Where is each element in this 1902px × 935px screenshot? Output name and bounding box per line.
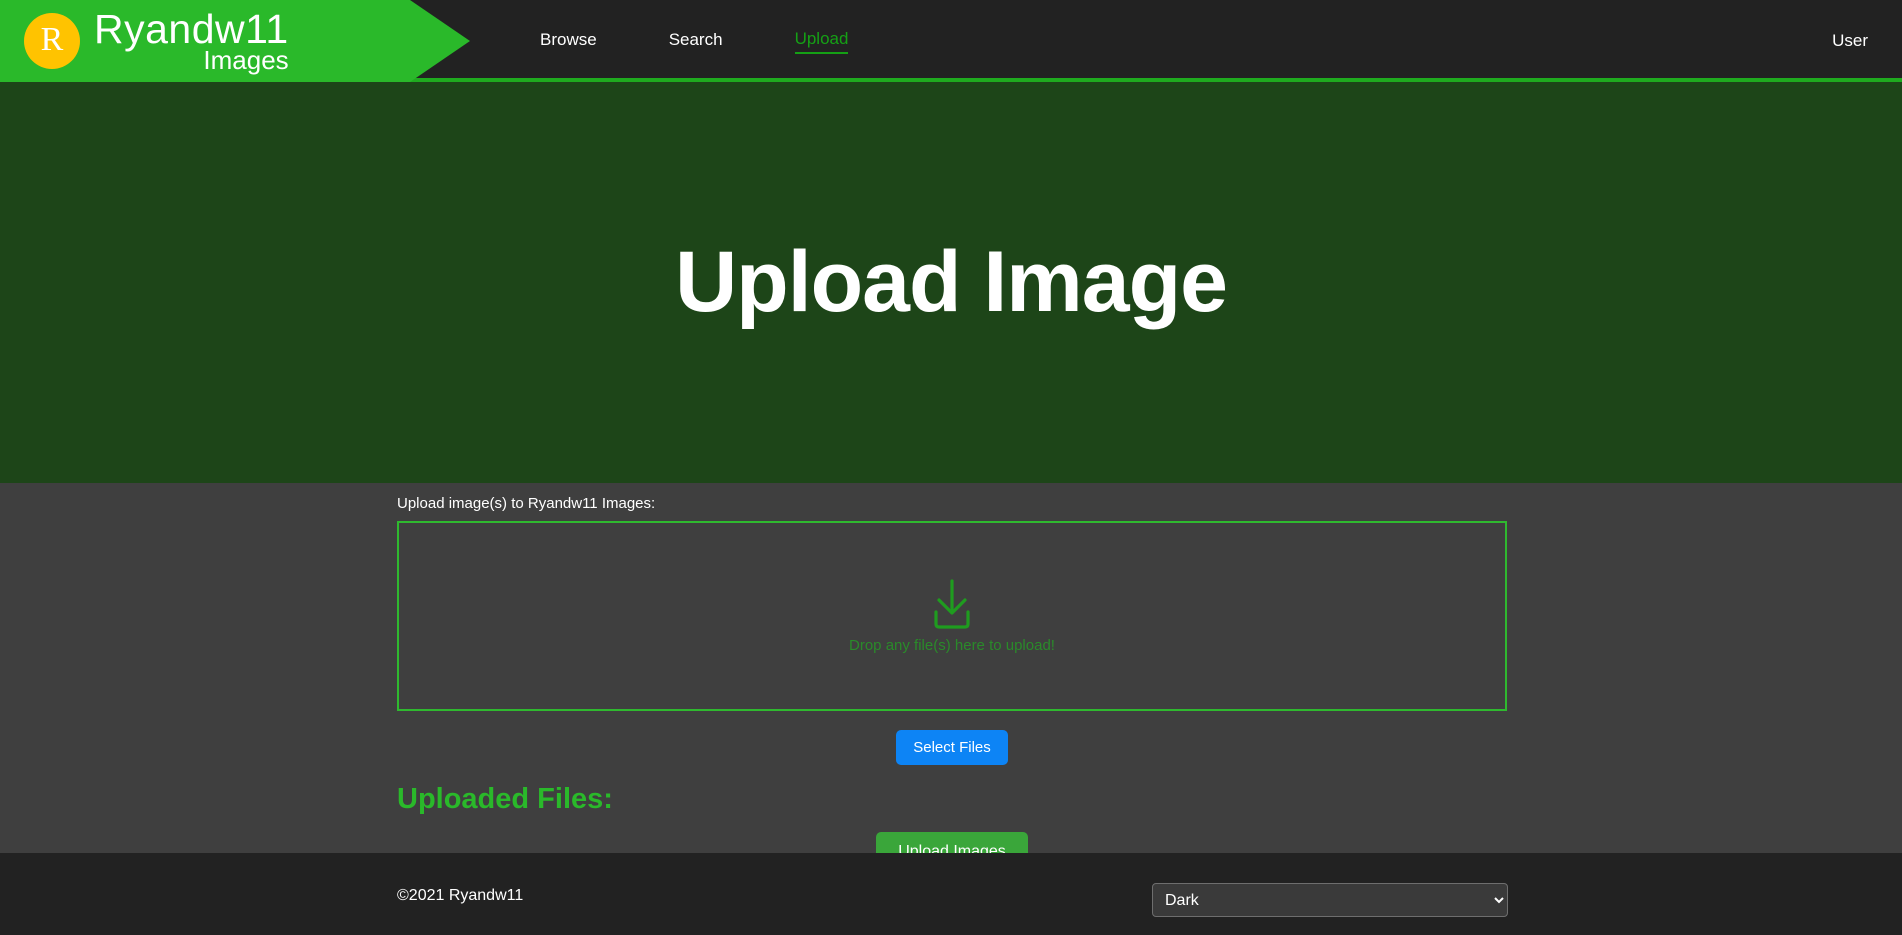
brand-logo-circle-icon: R xyxy=(24,13,80,69)
brand-logo-letter: R xyxy=(40,20,64,58)
upload-form: Upload image(s) to Ryandw11 Images: Drop… xyxy=(397,495,1507,872)
brand-logo-banner[interactable]: R Ryandw11 Images xyxy=(0,0,470,82)
file-dropzone[interactable]: Drop any file(s) here to upload! xyxy=(397,521,1507,711)
brand-name: Ryandw11 xyxy=(94,6,289,52)
uploaded-files-heading: Uploaded Files: xyxy=(397,783,613,815)
nav-link-browse[interactable]: Browse xyxy=(540,30,597,53)
upload-form-label: Upload image(s) to Ryandw11 Images: xyxy=(397,495,656,512)
footer-copyright: ©2021 Ryandw11 xyxy=(397,887,524,904)
main-content: Upload image(s) to Ryandw11 Images: Drop… xyxy=(0,483,1902,872)
download-arrow-icon xyxy=(934,578,970,629)
brand-text: Ryandw11 Images xyxy=(94,6,289,75)
page-title: Upload Image xyxy=(675,234,1228,330)
nav-user-menu[interactable]: User xyxy=(1832,0,1868,82)
brand-subtitle: Images xyxy=(203,45,289,75)
hero-section: Upload Image xyxy=(0,82,1902,483)
nav-link-upload[interactable]: Upload xyxy=(794,29,849,54)
top-navigation-bar: R Ryandw11 Images Browse Search Upload U… xyxy=(0,0,1902,82)
nav-links: Browse Search Upload xyxy=(540,0,849,82)
dropzone-text: Drop any file(s) here to upload! xyxy=(849,636,1055,654)
select-files-button[interactable]: Select Files xyxy=(896,730,1008,765)
theme-select-dropdown[interactable]: Dark Light xyxy=(1152,883,1508,917)
select-files-row: Select Files xyxy=(397,730,1507,765)
nav-link-search[interactable]: Search xyxy=(669,30,723,53)
page-footer: ©2021 Ryandw11 Dark Light xyxy=(0,853,1902,935)
